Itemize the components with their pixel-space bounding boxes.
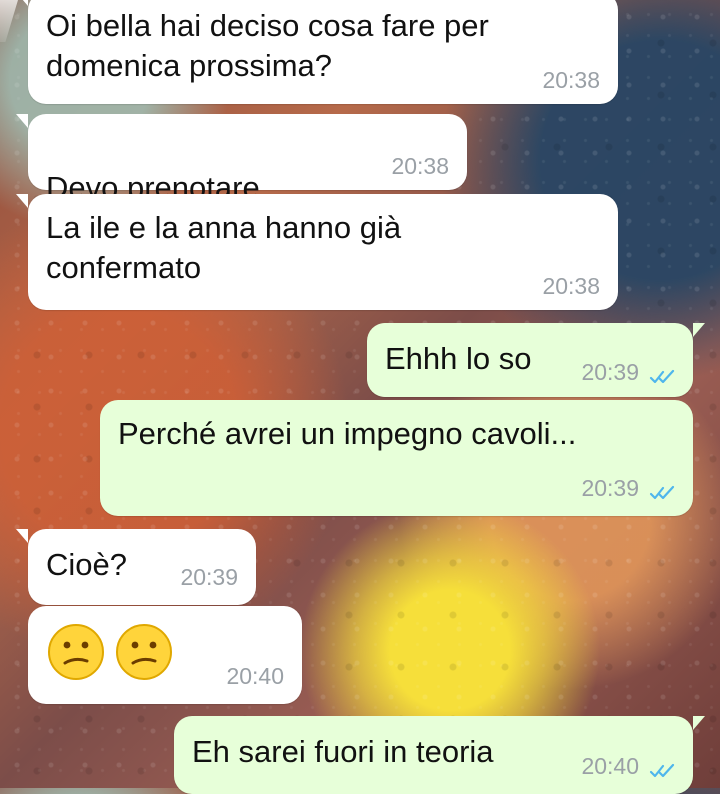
message-text: Cioè? — [46, 547, 127, 582]
message-text: Oi bella hai deciso cosa fare per domeni… — [46, 8, 489, 83]
message-time: 20:39 — [581, 475, 639, 501]
incoming-message-bubble[interactable]: La ile e la anna hanno già confermato 20… — [16, 194, 618, 310]
message-time: 20:38 — [542, 67, 600, 93]
incoming-message-bubble[interactable]: Devo prenotare 20:38 — [16, 114, 467, 247]
message-time: 20:39 — [581, 359, 639, 385]
message-time: 20:38 — [391, 153, 449, 179]
message-time: 20:39 — [180, 564, 238, 590]
incoming-message-bubble[interactable]: 20:40 — [28, 606, 302, 704]
confused-face-icon — [48, 624, 104, 680]
incoming-message-bubble[interactable]: Cioè? 20:39 — [16, 529, 256, 605]
incoming-message-bubble[interactable]: Oi bella hai deciso cosa fare per domeni… — [16, 0, 618, 104]
message-time: 20:40 — [226, 663, 284, 689]
message-text: Perché avrei un impegno cavoli... — [118, 416, 577, 451]
message-text: Eh sarei fuori in teoria — [192, 734, 494, 769]
outgoing-message-bubble[interactable]: Eh sarei fuori in teoria 20:40 — [174, 716, 705, 794]
outgoing-message-bubble[interactable]: Perché avrei un impegno cavoli... 20:39 — [100, 400, 693, 516]
message-time: 20:40 — [581, 753, 639, 779]
message-text: Ehhh lo so — [385, 341, 532, 376]
read-receipt-icon — [649, 369, 675, 384]
outgoing-message-bubble[interactable]: Ehhh lo so 20:39 — [367, 323, 705, 397]
message-text: La ile e la anna hanno già confermato — [46, 210, 402, 285]
read-receipt-icon — [649, 763, 675, 778]
confused-face-icon — [116, 624, 172, 680]
read-receipt-icon — [649, 485, 675, 500]
message-time: 20:38 — [542, 273, 600, 299]
